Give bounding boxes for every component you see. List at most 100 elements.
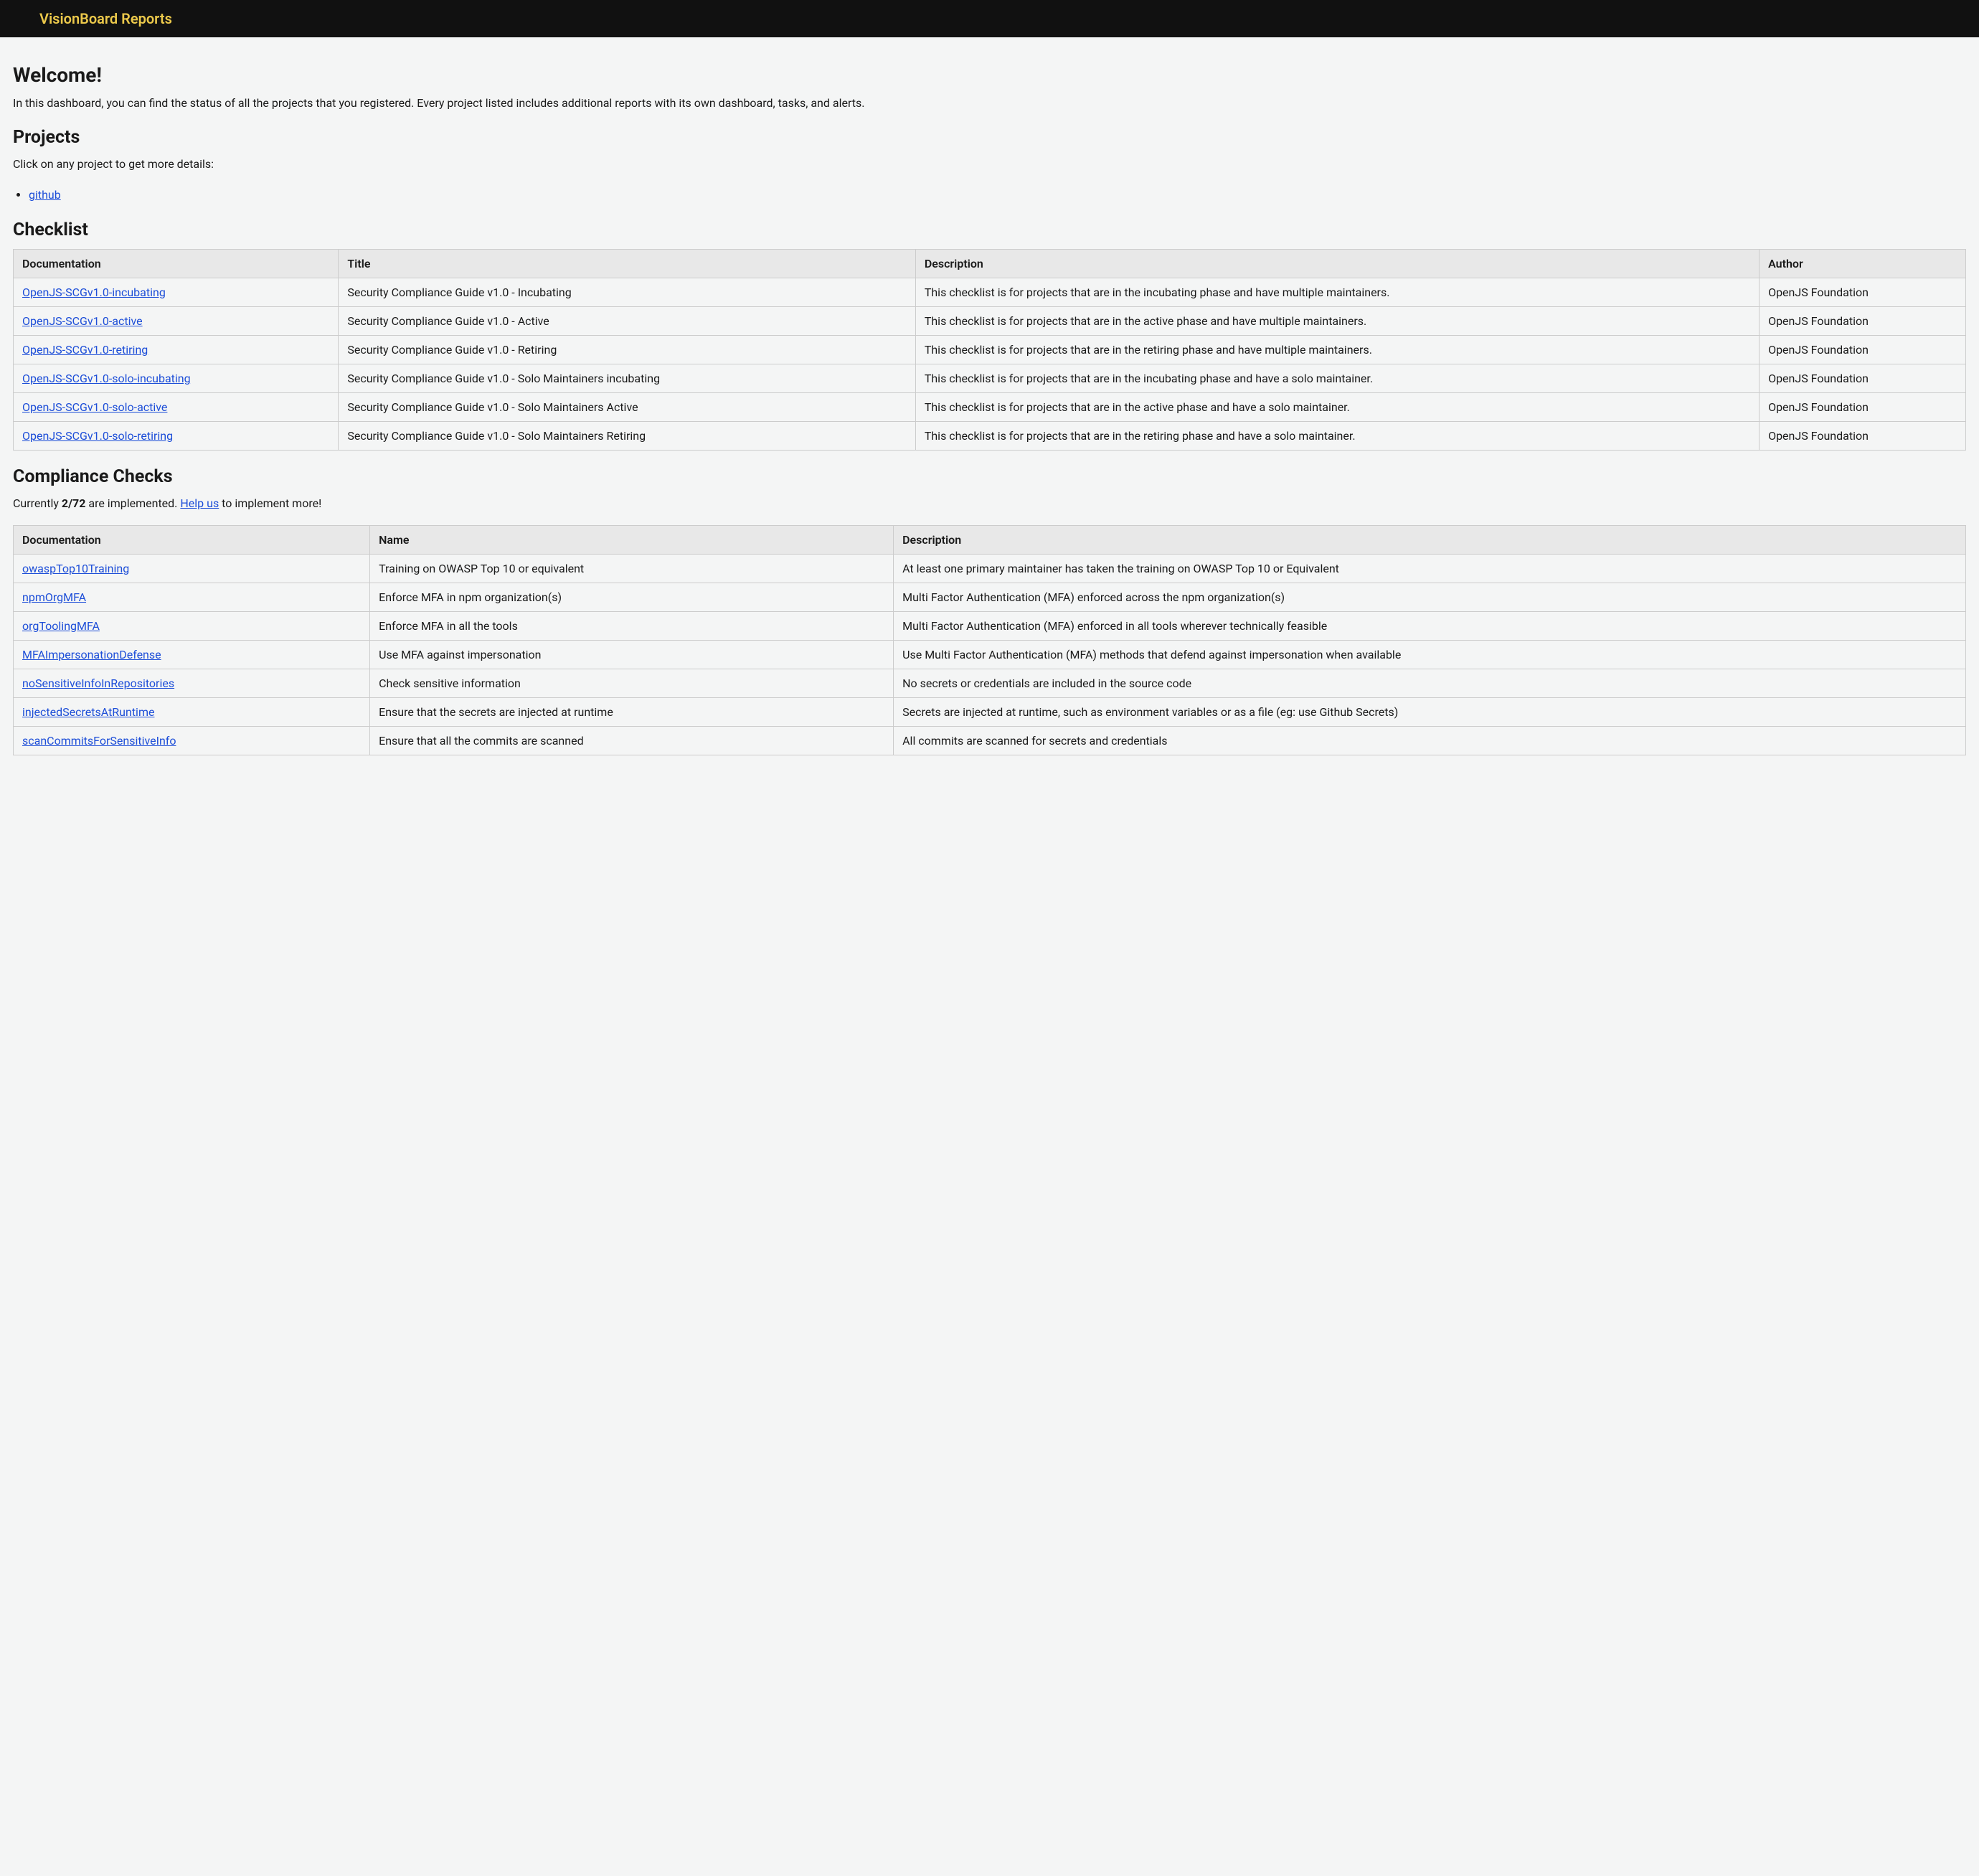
compliance-status: Currently 2/72 are implemented. Help us … bbox=[13, 496, 1966, 512]
table-header-row: Documentation Title Description Author bbox=[14, 250, 1966, 278]
cell-documentation: OpenJS-SCGv1.0-active bbox=[14, 307, 339, 336]
cell-author: OpenJS Foundation bbox=[1760, 393, 1966, 422]
cell-author: OpenJS Foundation bbox=[1760, 278, 1966, 307]
col-title: Title bbox=[339, 250, 915, 278]
projects-heading: Projects bbox=[13, 127, 1966, 148]
checklist-doc-link[interactable]: OpenJS-SCGv1.0-retiring bbox=[22, 343, 148, 357]
table-header-row: Documentation Name Description bbox=[14, 525, 1966, 554]
cell-name: Enforce MFA in all the tools bbox=[370, 611, 894, 640]
compliance-doc-link[interactable]: scanCommitsForSensitiveInfo bbox=[22, 734, 176, 748]
cell-documentation: owaspTop10Training bbox=[14, 554, 370, 583]
table-row: noSensitiveInfoInRepositories Check sensi… bbox=[14, 669, 1966, 697]
compliance-doc-link[interactable]: owaspTop10Training bbox=[22, 562, 129, 575]
cell-title: Security Compliance Guide v1.0 - Active bbox=[339, 307, 915, 336]
cell-documentation: scanCommitsForSensitiveInfo bbox=[14, 726, 370, 755]
table-row: OpenJS-SCGv1.0-retiring Security Complian… bbox=[14, 336, 1966, 364]
cell-title: Security Compliance Guide v1.0 - Incubat… bbox=[339, 278, 915, 307]
cell-title: Security Compliance Guide v1.0 - Solo Ma… bbox=[339, 364, 915, 393]
table-row: orgToolingMFA Enforce MFA in all the tool… bbox=[14, 611, 1966, 640]
cell-documentation: noSensitiveInfoInRepositories bbox=[14, 669, 370, 697]
cell-documentation: OpenJS-SCGv1.0-retiring bbox=[14, 336, 339, 364]
cell-description: This checklist is for projects that are … bbox=[915, 278, 1759, 307]
cell-description: This checklist is for projects that are … bbox=[915, 422, 1759, 451]
table-row: injectedSecretsAtRuntime Ensure that the … bbox=[14, 697, 1966, 726]
compliance-table: Documentation Name Description owaspTop1… bbox=[13, 525, 1966, 755]
cell-name: Ensure that the secrets are injected at … bbox=[370, 697, 894, 726]
cell-documentation: npmOrgMFA bbox=[14, 583, 370, 611]
table-row: scanCommitsForSensitiveInfo Ensure that a… bbox=[14, 726, 1966, 755]
cell-documentation: OpenJS-SCGv1.0-solo-active bbox=[14, 393, 339, 422]
col-documentation: Documentation bbox=[14, 250, 339, 278]
checklist-doc-link[interactable]: OpenJS-SCGv1.0-solo-retiring bbox=[22, 429, 173, 443]
compliance-doc-link[interactable]: noSensitiveInfoInRepositories bbox=[22, 677, 174, 690]
list-item: github bbox=[29, 186, 1966, 204]
cell-documentation: OpenJS-SCGv1.0-solo-incubating bbox=[14, 364, 339, 393]
compliance-doc-link[interactable]: orgToolingMFA bbox=[22, 619, 100, 633]
cell-documentation: OpenJS-SCGv1.0-solo-retiring bbox=[14, 422, 339, 451]
cell-description: This checklist is for projects that are … bbox=[915, 307, 1759, 336]
compliance-heading: Compliance Checks bbox=[13, 466, 1966, 487]
cell-description: All commits are scanned for secrets and … bbox=[894, 726, 1966, 755]
projects-intro: Click on any project to get more details… bbox=[13, 156, 1966, 172]
cell-description: Use Multi Factor Authentication (MFA) me… bbox=[894, 640, 1966, 669]
cell-description: Secrets are injected at runtime, such as… bbox=[894, 697, 1966, 726]
cell-title: Security Compliance Guide v1.0 - Solo Ma… bbox=[339, 422, 915, 451]
table-row: npmOrgMFA Enforce MFA in npm organization… bbox=[14, 583, 1966, 611]
cell-name: Enforce MFA in npm organization(s) bbox=[370, 583, 894, 611]
col-name: Name bbox=[370, 525, 894, 554]
status-suffix: to implement more! bbox=[219, 496, 321, 510]
cell-name: Ensure that all the commits are scanned bbox=[370, 726, 894, 755]
table-row: OpenJS-SCGv1.0-solo-active Security Compl… bbox=[14, 393, 1966, 422]
status-prefix: Currently bbox=[13, 496, 62, 510]
welcome-intro: In this dashboard, you can find the stat… bbox=[13, 95, 1966, 111]
compliance-doc-link[interactable]: injectedSecretsAtRuntime bbox=[22, 705, 154, 719]
cell-description: This checklist is for projects that are … bbox=[915, 336, 1759, 364]
compliance-doc-link[interactable]: MFAImpersonationDefense bbox=[22, 648, 161, 661]
col-documentation: Documentation bbox=[14, 525, 370, 554]
cell-author: OpenJS Foundation bbox=[1760, 422, 1966, 451]
table-row: OpenJS-SCGv1.0-incubating Security Compli… bbox=[14, 278, 1966, 307]
cell-description: No secrets or credentials are included i… bbox=[894, 669, 1966, 697]
cell-description: Multi Factor Authentication (MFA) enforc… bbox=[894, 583, 1966, 611]
cell-title: Security Compliance Guide v1.0 - Retirin… bbox=[339, 336, 915, 364]
checklist-doc-link[interactable]: OpenJS-SCGv1.0-active bbox=[22, 314, 143, 328]
cell-documentation: injectedSecretsAtRuntime bbox=[14, 697, 370, 726]
cell-author: OpenJS Foundation bbox=[1760, 336, 1966, 364]
col-description: Description bbox=[894, 525, 1966, 554]
checklist-doc-link[interactable]: OpenJS-SCGv1.0-solo-active bbox=[22, 400, 167, 414]
project-link-github[interactable]: github bbox=[29, 188, 61, 202]
compliance-doc-link[interactable]: npmOrgMFA bbox=[22, 590, 86, 604]
cell-name: Training on OWASP Top 10 or equivalent bbox=[370, 554, 894, 583]
cell-name: Check sensitive information bbox=[370, 669, 894, 697]
cell-documentation: OpenJS-SCGv1.0-incubating bbox=[14, 278, 339, 307]
main-content: Welcome! In this dashboard, you can find… bbox=[0, 37, 1979, 768]
cell-description: At least one primary maintainer has take… bbox=[894, 554, 1966, 583]
cell-author: OpenJS Foundation bbox=[1760, 364, 1966, 393]
col-description: Description bbox=[915, 250, 1759, 278]
table-row: OpenJS-SCGv1.0-solo-incubating Security C… bbox=[14, 364, 1966, 393]
cell-title: Security Compliance Guide v1.0 - Solo Ma… bbox=[339, 393, 915, 422]
checklist-heading: Checklist bbox=[13, 220, 1966, 240]
cell-documentation: orgToolingMFA bbox=[14, 611, 370, 640]
help-us-link[interactable]: Help us bbox=[180, 496, 219, 510]
cell-description: Multi Factor Authentication (MFA) enforc… bbox=[894, 611, 1966, 640]
brand-title: VisionBoard Reports bbox=[39, 10, 172, 27]
col-author: Author bbox=[1760, 250, 1966, 278]
status-mid: are implemented. bbox=[85, 496, 180, 510]
cell-description: This checklist is for projects that are … bbox=[915, 364, 1759, 393]
cell-description: This checklist is for projects that are … bbox=[915, 393, 1759, 422]
cell-documentation: MFAImpersonationDefense bbox=[14, 640, 370, 669]
table-row: owaspTop10Training Training on OWASP Top … bbox=[14, 554, 1966, 583]
table-row: MFAImpersonationDefense Use MFA against i… bbox=[14, 640, 1966, 669]
table-row: OpenJS-SCGv1.0-solo-retiring Security Com… bbox=[14, 422, 1966, 451]
cell-name: Use MFA against impersonation bbox=[370, 640, 894, 669]
welcome-heading: Welcome! bbox=[13, 63, 1966, 87]
projects-list: github bbox=[13, 186, 1966, 204]
checklist-doc-link[interactable]: OpenJS-SCGv1.0-solo-incubating bbox=[22, 372, 191, 385]
table-row: OpenJS-SCGv1.0-active Security Compliance… bbox=[14, 307, 1966, 336]
topbar: VisionBoard Reports bbox=[0, 0, 1979, 37]
status-count: 2/72 bbox=[62, 496, 85, 510]
checklist-table: Documentation Title Description Author O… bbox=[13, 249, 1966, 451]
cell-author: OpenJS Foundation bbox=[1760, 307, 1966, 336]
checklist-doc-link[interactable]: OpenJS-SCGv1.0-incubating bbox=[22, 286, 166, 299]
